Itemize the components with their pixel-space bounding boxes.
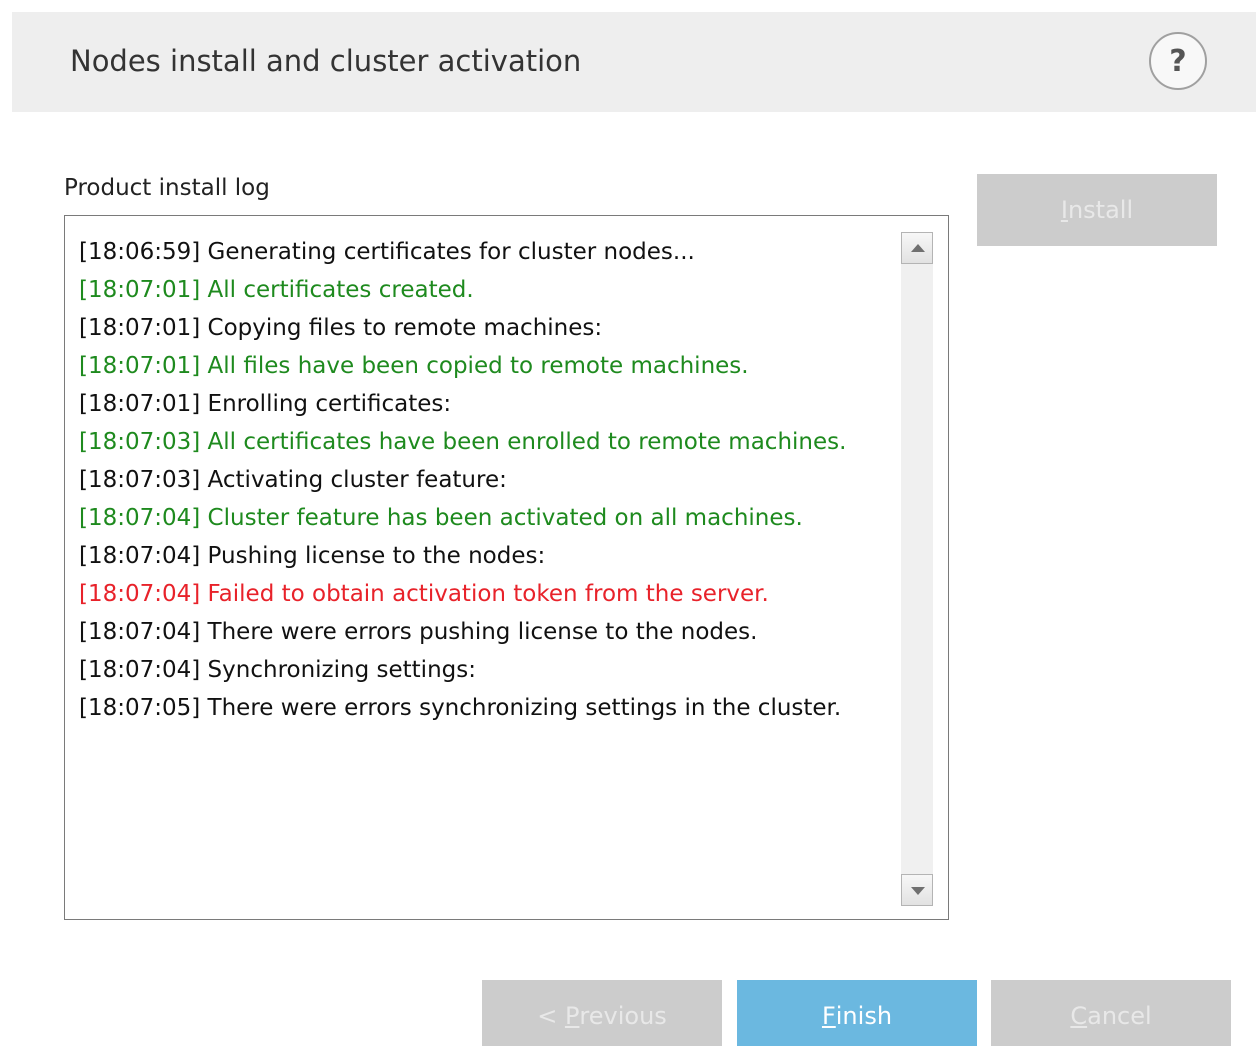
- previous-button[interactable]: < Previous: [482, 980, 722, 1046]
- log-lines: [18:06:59] Generating certificates for c…: [79, 233, 899, 727]
- finish-button-label: inish: [835, 1002, 893, 1030]
- header-bar: Nodes install and cluster activation ?: [12, 12, 1256, 112]
- cancel-button-mnemonic: C: [1070, 1002, 1088, 1030]
- finish-button[interactable]: Finish: [737, 980, 977, 1046]
- log-line: [18:07:03] Activating cluster feature:: [79, 467, 507, 493]
- log-line: [18:07:04] There were errors pushing lic…: [79, 619, 758, 645]
- cancel-button[interactable]: Cancel: [991, 980, 1231, 1046]
- previous-button-mnemonic: P: [564, 1002, 580, 1030]
- log-line: [18:07:04] Cluster feature has been acti…: [79, 505, 803, 531]
- log-line: [18:07:03] All certificates have been en…: [79, 429, 847, 455]
- cancel-button-label: ancel: [1087, 1002, 1152, 1030]
- scroll-up-arrow-icon[interactable]: [901, 232, 933, 264]
- log-label: Product install log: [64, 175, 270, 201]
- log-line: [18:07:04] Pushing license to the nodes:: [79, 543, 546, 569]
- log-line: [18:07:01] Copying files to remote machi…: [79, 315, 603, 341]
- log-line: [18:07:01] Enrolling certificates:: [79, 391, 452, 417]
- install-button-label: nstall: [1067, 196, 1134, 224]
- install-button-mnemonic: I: [1060, 196, 1068, 224]
- install-button[interactable]: Install: [977, 174, 1217, 246]
- log-line: [18:07:01] All certificates created.: [79, 277, 474, 303]
- log-line: [18:07:01] All files have been copied to…: [79, 353, 749, 379]
- help-icon[interactable]: ?: [1149, 32, 1207, 90]
- previous-button-label: revious: [579, 1002, 667, 1030]
- log-scrollbar[interactable]: [901, 232, 933, 906]
- scroll-down-arrow-icon[interactable]: [901, 874, 933, 906]
- page-title: Nodes install and cluster activation: [70, 44, 582, 78]
- log-line: [18:07:05] There were errors synchronizi…: [79, 695, 842, 721]
- finish-button-mnemonic: F: [821, 1002, 836, 1030]
- log-line: [18:07:04] Failed to obtain activation t…: [79, 581, 769, 607]
- log-line: [18:07:04] Synchronizing settings:: [79, 657, 476, 683]
- previous-button-prefix: <: [537, 1002, 565, 1030]
- install-log-box[interactable]: [18:06:59] Generating certificates for c…: [64, 215, 949, 920]
- log-line: [18:06:59] Generating certificates for c…: [79, 239, 695, 265]
